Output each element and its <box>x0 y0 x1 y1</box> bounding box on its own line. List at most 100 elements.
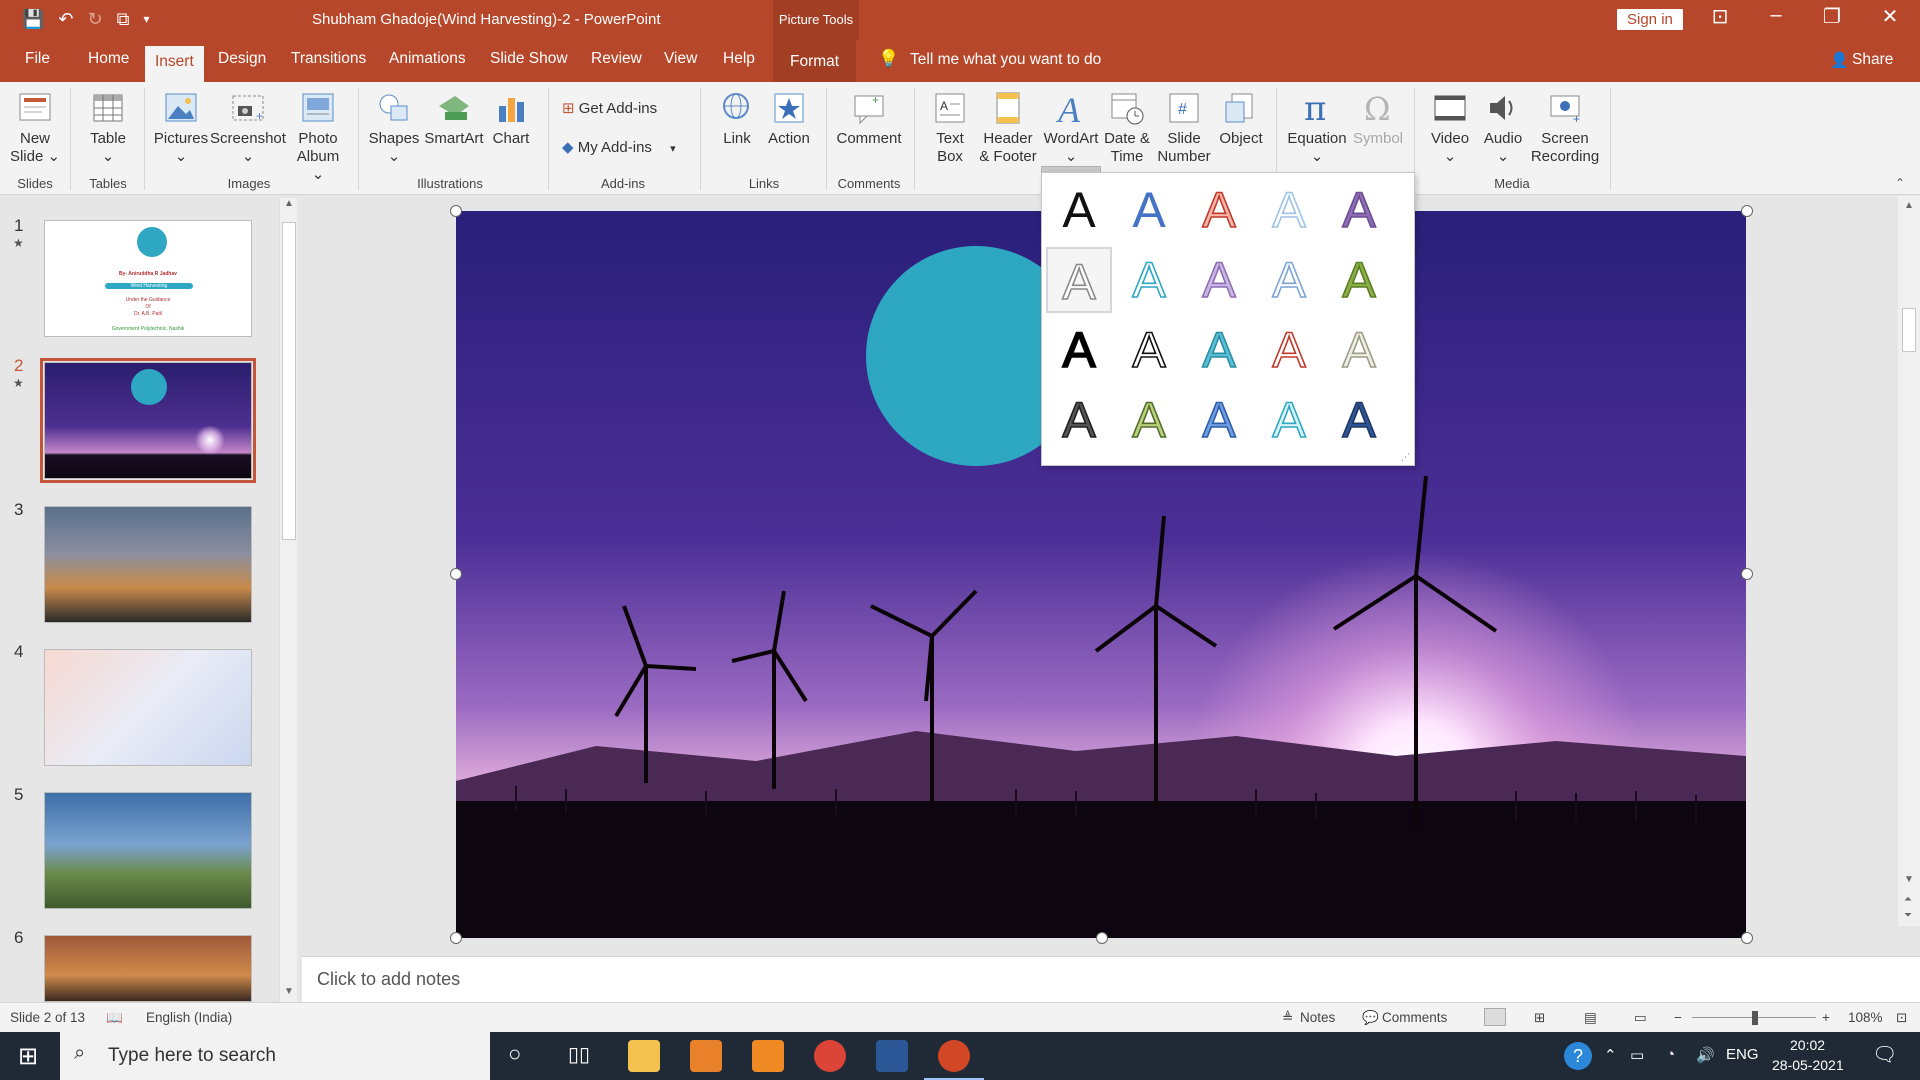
scroll-up-icon[interactable]: ▲ <box>1904 200 1914 211</box>
sign-in-button[interactable]: Sign in <box>1617 9 1683 30</box>
wordart-style-14[interactable]: A <box>1256 317 1322 383</box>
next-slide-icon[interactable]: ⏷ <box>1904 910 1912 921</box>
audio-button[interactable]: Audio ⌄ <box>1478 90 1528 166</box>
resize-handle-bottom-right[interactable] <box>1741 932 1753 944</box>
tab-animations[interactable]: Animations <box>389 50 466 68</box>
tab-format[interactable]: Format <box>773 40 857 82</box>
tab-help[interactable]: Help <box>723 50 755 68</box>
task-view-icon[interactable]: ▯▯ <box>568 1042 590 1067</box>
scroll-up-icon[interactable]: ▲ <box>284 198 294 209</box>
wordart-style-16[interactable]: A <box>1046 387 1112 453</box>
help-icon[interactable]: ? <box>1564 1042 1592 1070</box>
wordart-style-6[interactable]: A <box>1046 247 1112 313</box>
scroll-down-icon[interactable]: ▼ <box>1904 874 1914 885</box>
text-box-button[interactable]: A Text Box <box>924 90 976 166</box>
cortana-icon[interactable]: ○ <box>508 1041 521 1067</box>
screen-recording-button[interactable]: + Screen Recording <box>1530 90 1600 166</box>
slide-thumb-4[interactable] <box>44 649 252 766</box>
wifi-icon[interactable]: ◔ <box>1666 1046 1675 1063</box>
tab-slide-show[interactable]: Slide Show <box>490 50 568 68</box>
zoom-out-icon[interactable]: − <box>1674 1010 1682 1025</box>
input-language[interactable]: ENG <box>1726 1046 1759 1063</box>
action-button[interactable]: Action <box>762 90 816 148</box>
date-time-button[interactable]: Date & Time <box>1102 90 1152 166</box>
normal-view-icon[interactable] <box>1484 1008 1506 1026</box>
wordart-style-1[interactable]: A <box>1046 177 1112 243</box>
spelling-icon[interactable]: 📖 <box>106 1010 123 1026</box>
chart-button[interactable]: Chart <box>488 90 534 148</box>
gallery-resize-grip-icon[interactable]: ⋰ <box>1401 452 1410 463</box>
resize-handle-left[interactable] <box>450 568 462 580</box>
volume-icon[interactable]: 🔊 <box>1696 1046 1715 1064</box>
tray-chevron-icon[interactable]: ⌃ <box>1604 1046 1617 1064</box>
close-icon[interactable]: ✕ <box>1870 4 1910 29</box>
notifications-icon[interactable]: 🗨 <box>1872 1042 1897 1067</box>
zoom-slider-thumb[interactable] <box>1752 1011 1758 1025</box>
comment-button[interactable]: + Comment <box>834 90 904 148</box>
tab-file[interactable]: File <box>25 50 50 68</box>
wordart-style-4[interactable]: A <box>1256 177 1322 243</box>
slideshow-icon[interactable]: ▭ <box>1634 1010 1647 1026</box>
slide-thumb-6[interactable] <box>44 935 252 1002</box>
wordart-style-12[interactable]: A <box>1116 317 1182 383</box>
reading-view-icon[interactable]: ▤ <box>1584 1010 1597 1026</box>
tell-me-search[interactable]: Tell me what you want to do <box>910 51 1101 69</box>
sublime-text-icon[interactable] <box>690 1040 722 1072</box>
thumbnails-scrollbar[interactable]: ▲ ▼ <box>279 198 297 1002</box>
zoom-in-icon[interactable]: + <box>1822 1010 1830 1025</box>
notes-toggle[interactable]: Notes <box>1300 1010 1335 1025</box>
video-button[interactable]: Video ⌄ <box>1424 90 1476 166</box>
pictures-button[interactable]: Pictures ⌄ <box>152 90 210 166</box>
photo-album-button[interactable]: Photo Album ⌄ <box>290 90 346 184</box>
header-footer-button[interactable]: Header & Footer <box>976 90 1040 166</box>
wordart-button[interactable]: A WordArt ⌄ <box>1041 90 1101 166</box>
share-button[interactable]: Share <box>1852 51 1893 69</box>
zoom-level[interactable]: 108% <box>1848 1010 1883 1025</box>
scrollbar-thumb[interactable] <box>282 222 296 540</box>
chrome-icon[interactable] <box>814 1040 846 1072</box>
ribbon-display-icon[interactable]: ⊡ <box>1700 4 1740 29</box>
wordart-style-3[interactable]: A <box>1186 177 1252 243</box>
wordart-style-19[interactable]: A <box>1256 387 1322 453</box>
slide-thumb-3[interactable] <box>44 506 252 623</box>
tab-design[interactable]: Design <box>218 50 266 68</box>
windows-start-icon[interactable]: ⊞ <box>18 1042 38 1071</box>
tab-view[interactable]: View <box>664 50 697 68</box>
wordart-style-15[interactable]: A <box>1326 317 1392 383</box>
xampp-icon[interactable] <box>752 1040 784 1072</box>
comments-toggle[interactable]: Comments <box>1382 1010 1447 1025</box>
get-addins-button[interactable]: ⊞ Get Add-ins <box>562 99 657 117</box>
fit-to-window-icon[interactable]: ⊡ <box>1896 1010 1907 1026</box>
taskbar-search-box[interactable]: ⌕ Type here to search <box>60 1032 490 1080</box>
clock-time[interactable]: 20:02 <box>1790 1037 1825 1053</box>
new-slide-button[interactable]: New Slide ⌄ <box>6 90 64 166</box>
tab-insert[interactable]: Insert <box>145 46 204 82</box>
tab-home[interactable]: Home <box>88 50 129 68</box>
tab-transitions[interactable]: Transitions <box>291 50 366 68</box>
powerpoint-icon[interactable] <box>938 1040 970 1072</box>
resize-handle-top-left[interactable] <box>450 205 462 217</box>
resize-handle-right[interactable] <box>1741 568 1753 580</box>
notes-pane[interactable]: Click to add notes <box>302 956 1920 1002</box>
wordart-style-11[interactable]: A <box>1046 317 1112 383</box>
my-addins-button[interactable]: ◆ My Add-ins ▾ <box>562 138 676 156</box>
slide-number-button[interactable]: # Slide Number <box>1154 90 1214 166</box>
wordart-style-10[interactable]: A <box>1326 247 1392 313</box>
table-button[interactable]: Table ⌄ <box>80 90 136 166</box>
battery-icon[interactable]: ▭ <box>1630 1046 1644 1064</box>
minimize-icon[interactable]: – <box>1756 4 1796 27</box>
wordart-style-17[interactable]: A <box>1116 387 1182 453</box>
wordart-style-18[interactable]: A <box>1186 387 1252 453</box>
wordart-style-5[interactable]: A <box>1326 177 1392 243</box>
link-button[interactable]: Link <box>712 90 762 148</box>
editor-scrollbar[interactable]: ▲ ▼ ⏶ ⏷ <box>1898 196 1920 926</box>
tab-review[interactable]: Review <box>591 50 642 68</box>
word-icon[interactable] <box>876 1040 908 1072</box>
restore-icon[interactable]: ❐ <box>1812 4 1852 29</box>
wordart-style-7[interactable]: A <box>1116 247 1182 313</box>
resize-handle-bottom[interactable] <box>1096 932 1108 944</box>
previous-slide-icon[interactable]: ⏶ <box>1904 894 1912 905</box>
wordart-style-13[interactable]: A <box>1186 317 1252 383</box>
object-button[interactable]: Object <box>1214 90 1268 148</box>
smartart-button[interactable]: SmartArt <box>422 90 486 148</box>
